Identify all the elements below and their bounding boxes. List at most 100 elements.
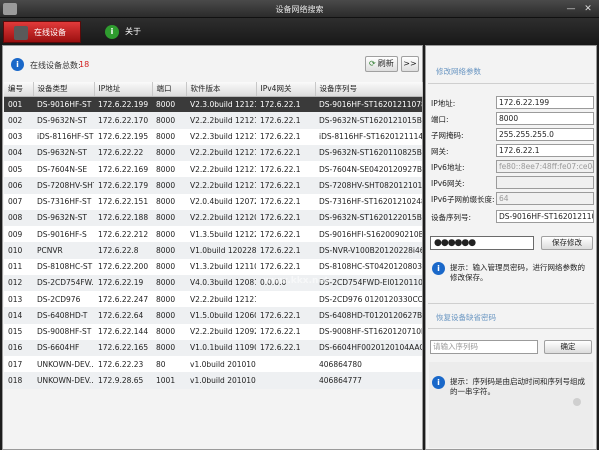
table-cell: 80 — [152, 356, 186, 373]
table-cell: 8000 — [152, 193, 186, 210]
column-header[interactable]: 软件版本 — [186, 82, 257, 97]
table-row[interactable]: 014 DS-6408HD-T 172.6.22.64 8000 V1.5.0build… — [4, 307, 422, 324]
table-row[interactable]: 018 UNKOWN-DEV... 172.9.28.65 1001 v1.0build… — [4, 372, 422, 389]
table-cell: DS-2CD754FWD-EI0120110717 — [315, 274, 422, 291]
table-row[interactable]: 016 DS-6604HF 172.6.22.165 8000 V1.0.1build … — [4, 339, 422, 356]
table-cell: 172.6.22.8 — [94, 242, 152, 259]
resize-grip-icon — [573, 398, 581, 406]
table-cell: 018 — [4, 372, 33, 389]
expand-button[interactable]: >> — [401, 56, 419, 72]
table-cell: 172.6.22.199 — [94, 96, 152, 113]
table-cell: 172.6.22.1 — [256, 144, 315, 161]
field-input[interactable]: 172.6.22.199 — [496, 96, 594, 109]
table-cell: 004 — [4, 144, 33, 161]
column-header[interactable]: 设备类型 — [33, 82, 95, 97]
column-header[interactable]: IPv4网关 — [256, 82, 316, 97]
table-cell: 172.6.22.165 — [94, 339, 152, 356]
minimize-icon[interactable]: — — [564, 3, 578, 15]
table-cell: 8000 — [152, 144, 186, 161]
table-cell: 013 — [4, 291, 33, 308]
table-row[interactable]: 013 DS-2CD976 172.6.22.247 8000 V2.2.2build … — [4, 291, 422, 308]
table-cell: 006 — [4, 177, 33, 194]
table-row[interactable]: 010 PCNVR 172.6.22.8 8000 V1.0build 120228 17… — [4, 242, 422, 259]
table-cell — [256, 372, 315, 389]
tab-online-devices[interactable]: 在线设备 — [3, 21, 81, 43]
field-input[interactable]: 8000 — [496, 112, 594, 125]
table-cell: iDS-8116HF-ST1620121114B — [315, 128, 422, 145]
field-input[interactable]: DS-9016HF-ST16201211078B — [496, 210, 594, 223]
table-row[interactable]: 004 DS-9632N-ST 172.6.22.22 8000 V2.2.2build… — [4, 144, 422, 161]
table-cell: 017 — [4, 356, 33, 373]
table-cell — [256, 291, 315, 308]
table-cell: DS-9632N-ST1620110825BB — [315, 144, 422, 161]
monitor-icon — [14, 26, 28, 40]
refresh-button[interactable]: ⟳ 刷新 — [365, 56, 398, 72]
table-cell: DS-9632N-ST1620122015BB — [315, 209, 422, 226]
tab-about[interactable]: i 关于 — [95, 21, 165, 43]
info-icon: i — [11, 58, 24, 71]
tab-online-label: 在线设备 — [34, 28, 66, 37]
table-cell: V2.2.2build 121219 — [186, 177, 256, 194]
table-row[interactable]: 005 DS-7604N-SE 172.6.22.169 8000 V2.2.2buil… — [4, 161, 422, 178]
table-cell: 8000 — [152, 274, 186, 291]
table-cell: UNKOWN-DEV... — [33, 372, 94, 389]
table-cell: 8000 — [152, 96, 186, 113]
table-row[interactable]: 012 DS-2CD754FW... 172.6.22.19 8000 V4.0.3bu… — [4, 274, 422, 291]
table-row[interactable]: 008 DS-9632N-ST 172.6.22.188 8000 V2.2.2buil… — [4, 209, 422, 226]
serial-code-input[interactable]: 请输入序列码 — [430, 340, 538, 354]
close-icon[interactable]: ✕ — [581, 3, 595, 15]
table-cell: 014 — [4, 307, 33, 324]
table-cell: 172.6.22.1 — [256, 339, 315, 356]
table-cell: 8000 — [152, 258, 186, 275]
column-header[interactable]: 编号 — [4, 82, 34, 97]
table-cell: 172.6.22.1 — [256, 177, 315, 194]
table-cell: DS-9016HFI-S1620090210BB — [315, 226, 422, 243]
table-row[interactable]: 017 UNKOWN-DEV... 172.6.22.23 80 v1.0build 2… — [4, 356, 422, 373]
table-cell: V2.2.2build 121219 — [186, 161, 256, 178]
table-row[interactable]: 009 DS-9016HF-S 172.6.22.212 8000 V1.3.5buil… — [4, 226, 422, 243]
settings-panel: 修改网络参数 IP地址: 172.6.22.199 端口: 8000 子网掩码: 255.… — [425, 45, 597, 450]
table-cell: 010 — [4, 242, 33, 259]
table-cell: 172.6.22.22 — [94, 144, 152, 161]
column-header[interactable]: IP地址 — [94, 82, 153, 97]
table-cell: DS-9016HF-ST16201211078B — [315, 96, 422, 113]
table-cell: DS-8108HC-ST0420120803AA — [315, 258, 422, 275]
table-cell: DS-9008HF-ST — [33, 323, 94, 340]
table-row[interactable]: 006 DS-7208HV-SHT 172.6.22.179 8000 V2.2.2bu… — [4, 177, 422, 194]
table-row[interactable]: 001 DS-9016HF-ST 172.6.22.199 8000 V2.3.0bui… — [4, 96, 422, 113]
device-list-panel: i 在线设备总数: 18 ⟳ 刷新 >> 编号 设备类型 IP地址 端口 软件版本 IPv4… — [2, 45, 423, 450]
confirm-button[interactable]: 确定 — [544, 340, 592, 354]
table-cell: DS-2CD754FW... — [33, 274, 94, 291]
watermark-text: www.kkx.net — [263, 276, 329, 286]
table-cell: 172.6.22.1 — [256, 323, 315, 340]
table-cell: 001 — [4, 96, 33, 113]
admin-password-input[interactable]: ●●●●●● — [430, 236, 534, 250]
save-changes-button[interactable]: 保存修改 — [541, 236, 593, 250]
tab-about-label: 关于 — [125, 27, 141, 36]
table-row[interactable]: 003 iDS-8116HF-ST 172.6.22.195 8000 V2.2.3bu… — [4, 128, 422, 145]
table-row[interactable]: 002 DS-9632N-ST 172.6.22.170 8000 V2.2.2buil… — [4, 112, 422, 129]
table-cell: 172.6.22.151 — [94, 193, 152, 210]
title-bar: 设备网络搜索 — ✕ — [0, 0, 599, 18]
table-cell: 8000 — [152, 291, 186, 308]
field-input[interactable]: 255.255.255.0 — [496, 128, 594, 141]
table-cell: DS-7316HF-ST16201210248B — [315, 193, 422, 210]
refresh-label: 刷新 — [377, 59, 394, 68]
table-cell: V1.3.5build 121220 — [186, 226, 256, 243]
column-header[interactable]: 端口 — [152, 82, 187, 97]
field-label: IPv6网关: — [431, 179, 465, 188]
table-cell: DS-7604N-SE0420120927BB — [315, 161, 422, 178]
table-cell: DS-7316HF-ST — [33, 193, 94, 210]
table-cell: 005 — [4, 161, 33, 178]
field-input[interactable]: 172.6.22.1 — [496, 144, 594, 157]
table-cell: DS-9632N-ST — [33, 144, 94, 161]
table-cell: 011 — [4, 258, 33, 275]
table-cell: 172.6.22.212 — [94, 226, 152, 243]
table-row[interactable]: 015 DS-9008HF-ST 172.6.22.144 8000 V2.2.2bui… — [4, 323, 422, 340]
column-header[interactable]: 设备序列号 — [315, 82, 423, 97]
table-cell: V2.2.3build 121212 — [186, 128, 256, 145]
table-row[interactable]: 011 DS-8108HC-ST 172.6.22.200 8000 V1.3.2bui… — [4, 258, 422, 275]
table-row[interactable]: 007 DS-7316HF-ST 172.6.22.151 8000 V2.0.4bui… — [4, 193, 422, 210]
table-cell: V4.0.3build 120815 — [186, 274, 256, 291]
info-icon: i — [105, 25, 119, 39]
